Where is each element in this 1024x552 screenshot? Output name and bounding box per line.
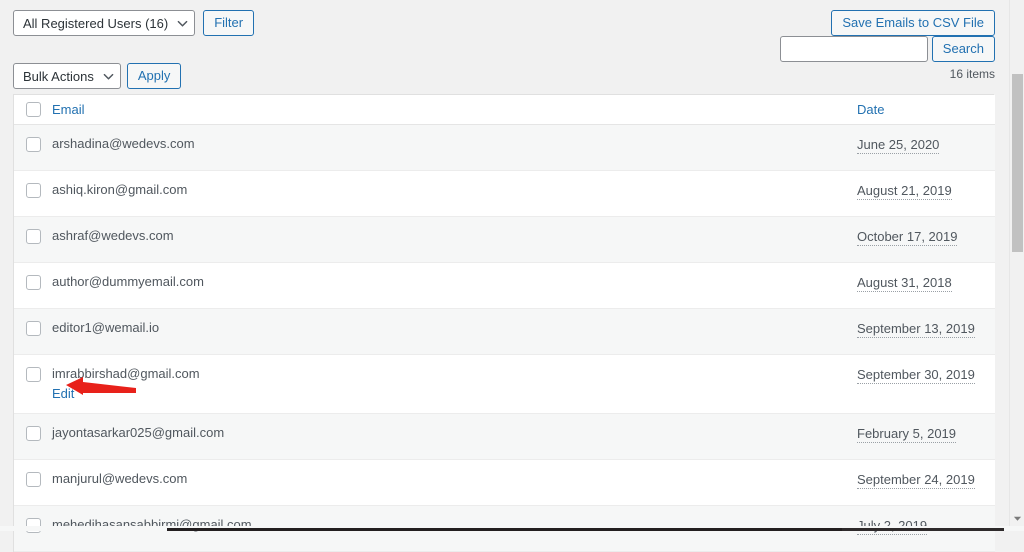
table-row: author@dummyemail.com August 31, 2018 <box>14 262 995 309</box>
row-actions: Edit <box>52 386 857 401</box>
search-input[interactable] <box>779 36 928 62</box>
filter-button[interactable]: Filter <box>203 10 255 36</box>
cell-date: September 13, 2019 <box>857 308 995 355</box>
date-text: September 13, 2019 <box>857 321 975 338</box>
table-row: ashiq.kiron@gmail.com August 21, 2019 <box>14 170 995 217</box>
cell-email: manjurul@wedevs.com <box>52 459 857 507</box>
column-header-date[interactable]: Date <box>857 95 995 125</box>
users-table: Email Date arshadina@wedevs.com June 25, … <box>14 95 995 552</box>
cell-date: September 30, 2019 <box>857 354 995 415</box>
cell-email: imrabbirshad@gmail.com Edit <box>52 354 857 415</box>
cell-date: February 5, 2019 <box>857 413 995 461</box>
chevron-down-icon[interactable] <box>1013 510 1022 521</box>
edit-link[interactable]: Edit <box>52 386 74 401</box>
table-row: imrabbirshad@gmail.com Edit September 30, … <box>14 354 995 415</box>
top-filter-toolbar: All Registered Users (16) Filter <box>13 10 255 36</box>
email-text: ashraf@wedevs.com <box>52 228 174 243</box>
table-body: arshadina@wedevs.com June 25, 2020 ashiq.k… <box>14 124 995 552</box>
row-select-cell <box>14 354 52 415</box>
csv-export-wrap: Save Emails to CSV File <box>831 10 995 36</box>
search-button[interactable]: Search <box>931 36 995 62</box>
search-area: Search <box>779 36 995 62</box>
apply-button[interactable]: Apply <box>126 63 182 89</box>
chevron-down-icon <box>177 18 188 27</box>
cell-email: editor1@wemail.io <box>52 308 857 355</box>
table-head: Email Date <box>14 95 995 125</box>
table-row: jayontasarkar025@gmail.com February 5, 20… <box>14 413 995 461</box>
cell-date: August 21, 2019 <box>857 170 995 217</box>
cell-date: September 24, 2019 <box>857 459 995 507</box>
vertical-scrollbar-thumb[interactable] <box>1012 74 1023 252</box>
user-role-filter-value: All Registered Users (16) <box>23 15 169 31</box>
row-select-cell <box>14 413 52 461</box>
date-text: August 21, 2019 <box>857 183 952 200</box>
date-text: September 24, 2019 <box>857 472 975 490</box>
cell-email: ashiq.kiron@gmail.com <box>52 170 857 217</box>
table-row: arshadina@wedevs.com June 25, 2020 <box>14 124 995 171</box>
user-role-filter-select[interactable]: All Registered Users (16) <box>13 10 196 36</box>
date-text: September 30, 2019 <box>857 367 975 384</box>
email-text: imrabbirshad@gmail.com <box>52 366 200 381</box>
row-select-cell <box>14 124 52 171</box>
email-text: ashiq.kiron@gmail.com <box>52 182 188 197</box>
row-checkbox[interactable] <box>26 426 41 442</box>
vertical-scrollbar-track[interactable] <box>1009 0 1024 531</box>
row-select-cell <box>14 308 52 355</box>
email-text: manjurul@wedevs.com <box>52 471 188 487</box>
email-text: author@dummyemail.com <box>52 274 204 289</box>
cell-email: arshadina@wedevs.com <box>52 124 857 171</box>
items-count-label: 16 items <box>949 67 995 81</box>
row-select-cell <box>14 262 52 309</box>
table-row: manjurul@wedevs.com September 24, 2019 <box>14 459 995 507</box>
row-checkbox[interactable] <box>26 321 41 336</box>
save-emails-to-csv-button[interactable]: Save Emails to CSV File <box>831 10 995 36</box>
row-checkbox[interactable] <box>26 367 41 382</box>
select-all-header <box>14 95 52 125</box>
wordpress-users-page: All Registered Users (16) Filter Save Em… <box>0 0 1024 552</box>
bulk-actions-toolbar: Bulk Actions Apply <box>13 63 182 89</box>
date-text: October 17, 2019 <box>857 229 958 246</box>
cell-date: October 17, 2019 <box>857 216 995 263</box>
cell-date: June 25, 2020 <box>857 124 995 171</box>
bulk-actions-select[interactable]: Bulk Actions <box>13 63 121 89</box>
date-text: June 25, 2020 <box>857 137 940 154</box>
date-text: February 5, 2019 <box>857 426 957 444</box>
row-select-cell <box>14 216 52 263</box>
select-all-checkbox[interactable] <box>26 102 41 117</box>
users-table-container: Email Date arshadina@wedevs.com June 25, … <box>13 94 995 552</box>
row-checkbox[interactable] <box>26 472 41 488</box>
row-select-cell <box>14 170 52 217</box>
table-row: editor1@wemail.io September 13, 2019 <box>14 308 995 355</box>
row-checkbox[interactable] <box>26 183 41 198</box>
row-checkbox[interactable] <box>26 137 41 152</box>
column-header-email[interactable]: Email <box>52 95 857 125</box>
row-checkbox[interactable] <box>26 275 41 290</box>
row-select-cell <box>14 459 52 507</box>
date-text: August 31, 2018 <box>857 275 952 292</box>
email-text: jayontasarkar025@gmail.com <box>52 425 225 441</box>
cell-email: jayontasarkar025@gmail.com <box>52 413 857 461</box>
email-text: arshadina@wedevs.com <box>52 136 195 151</box>
table-header-row: Email Date <box>14 95 995 125</box>
email-text: editor1@wemail.io <box>52 320 160 335</box>
cell-email: ashraf@wedevs.com <box>52 216 857 263</box>
chevron-down-icon <box>103 71 114 80</box>
bulk-actions-value: Bulk Actions <box>23 68 94 84</box>
cell-date: August 31, 2018 <box>857 262 995 309</box>
table-row: ashraf@wedevs.com October 17, 2019 <box>14 216 995 263</box>
cell-email: author@dummyemail.com <box>52 262 857 309</box>
row-checkbox[interactable] <box>26 229 41 244</box>
